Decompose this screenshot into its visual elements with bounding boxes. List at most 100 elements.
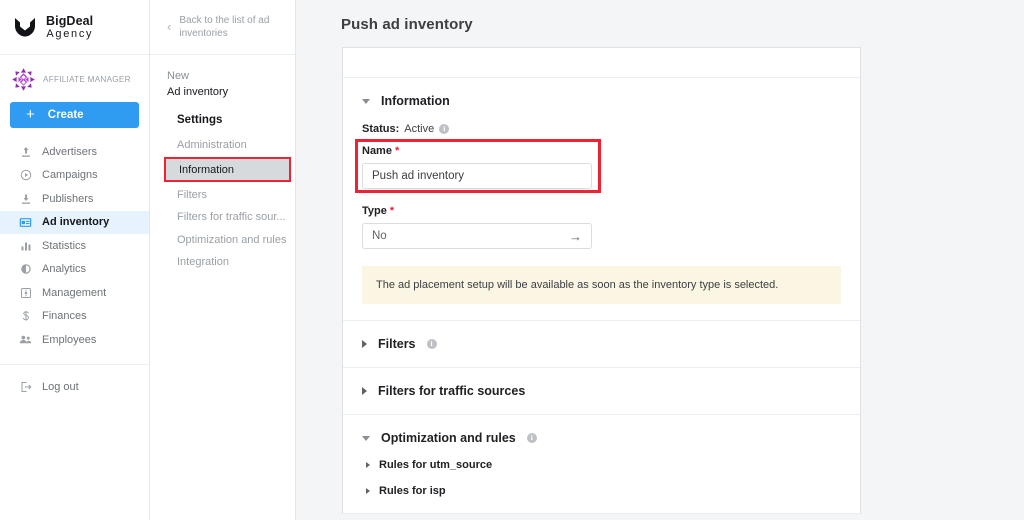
shield-logo-icon xyxy=(15,18,35,37)
back-to-list-label: Back to the list of ad inventories xyxy=(179,14,270,40)
traffic-sources-section-header[interactable]: Filters for traffic sources xyxy=(362,384,841,398)
filters-section-header[interactable]: Filters i xyxy=(362,337,841,351)
name-field-block: Name * xyxy=(355,139,841,193)
sidebar-item-statistics[interactable]: Statistics xyxy=(0,234,149,258)
subnav-title: New Ad inventory xyxy=(150,55,295,101)
type-select-value: No xyxy=(372,230,387,242)
caret-right-icon[interactable] xyxy=(366,462,370,468)
settings-square-icon xyxy=(19,286,32,299)
brand-subtitle: Agency xyxy=(46,27,94,40)
optimization-section-header[interactable]: Optimization and rules i xyxy=(362,431,841,445)
traffic-sources-section: Filters for traffic sources xyxy=(343,368,860,415)
subnav-title-line1: New xyxy=(167,70,190,82)
subnav-item-label: Information xyxy=(179,163,235,176)
card-toolbar-strip xyxy=(343,48,860,78)
sidebar-label: Ad inventory xyxy=(42,216,110,229)
sidebar-item-employees[interactable]: Employees xyxy=(0,328,149,352)
filters-section-title: Filters xyxy=(378,337,416,351)
create-button-label: Create xyxy=(47,109,84,121)
account-row[interactable]: AFFILIATE MANAGER xyxy=(0,55,149,98)
sidebar-label: Publishers xyxy=(42,192,94,205)
type-select[interactable]: No → xyxy=(362,223,592,249)
status-row: Status: Active i xyxy=(362,123,841,135)
sidebar-label: Advertisers xyxy=(42,145,98,158)
logout-label: Log out xyxy=(42,381,79,393)
sidebar-item-advertisers[interactable]: Advertisers xyxy=(0,140,149,164)
rule-group-label: Rules for utm_source xyxy=(379,459,493,471)
caret-right-icon[interactable] xyxy=(362,340,367,348)
caret-down-icon[interactable] xyxy=(362,98,370,104)
subnav-item-label: Administration xyxy=(177,139,247,152)
secondary-sidebar: ‹ Back to the list of ad inventories New… xyxy=(150,0,296,520)
main-content: Push ad inventory Information Status: Ac… xyxy=(296,0,1024,520)
subnav-item-filters[interactable]: Filters xyxy=(150,183,295,206)
info-icon[interactable]: i xyxy=(439,124,450,134)
logout-icon xyxy=(19,381,32,394)
caret-down-icon[interactable] xyxy=(362,435,370,441)
sidebar-item-campaigns[interactable]: Campaigns xyxy=(0,164,149,188)
brand-text: BigDeal Agency xyxy=(46,14,93,40)
type-field-block: Type * No → xyxy=(362,205,841,249)
play-circle-icon xyxy=(19,169,32,182)
chevron-left-icon: ‹ xyxy=(167,18,172,34)
info-icon[interactable]: i xyxy=(526,433,537,443)
subnav-list: Administration Information Filters Filte… xyxy=(150,134,295,274)
page-title: Push ad inventory xyxy=(341,16,473,33)
sidebar-item-ad-inventory[interactable]: Ad inventory xyxy=(0,210,149,234)
sidebar-item-finances[interactable]: Finances xyxy=(0,305,149,329)
pie-chart-icon xyxy=(19,263,32,276)
information-section-header[interactable]: Information xyxy=(362,94,841,108)
sidebar-item-management[interactable]: Management xyxy=(0,281,149,305)
sidebar-label: Statistics xyxy=(42,239,87,252)
subnav-item-filters-traffic-sources[interactable]: Filters for traffic sour... xyxy=(150,206,295,229)
status-label: Status: xyxy=(362,123,400,135)
logout-button[interactable]: Log out xyxy=(0,376,149,399)
sidebar-item-analytics[interactable]: Analytics xyxy=(0,258,149,282)
status-value: Active xyxy=(404,123,435,135)
brand-name: BigDeal xyxy=(46,13,94,28)
subnav-item-label: Filters xyxy=(177,188,207,201)
name-field-label: Name * xyxy=(362,145,841,157)
name-label-text: Name xyxy=(362,145,392,157)
sidebar-item-publishers[interactable]: Publishers xyxy=(0,187,149,211)
back-to-list-link[interactable]: ‹ Back to the list of ad inventories xyxy=(150,0,295,55)
required-asterisk: * xyxy=(389,205,395,217)
subnav-item-label: Integration xyxy=(177,256,229,269)
subnav-item-label: Filters for traffic sour... xyxy=(177,211,286,224)
primary-sidebar: BigDeal Agency AFFILIATE MANAGER + Creat… xyxy=(0,0,150,520)
subnav-item-label: Optimization and rules xyxy=(177,233,287,246)
rule-group-label: Rules for isp xyxy=(379,485,446,497)
ad-banner-icon xyxy=(19,216,32,229)
rule-group-isp[interactable]: Rules for isp xyxy=(362,485,841,497)
filters-section: Filters i xyxy=(343,321,860,368)
brand-header[interactable]: BigDeal Agency xyxy=(0,0,149,55)
sidebar-label: Management xyxy=(42,286,107,299)
inventory-type-notice: The ad placement setup will be available… xyxy=(362,266,841,304)
account-avatar-icon xyxy=(11,67,36,92)
caret-right-icon[interactable] xyxy=(362,387,367,395)
arrow-right-icon: → xyxy=(569,228,582,244)
name-input[interactable] xyxy=(362,163,592,189)
subnav-item-integration[interactable]: Integration xyxy=(150,251,295,274)
create-button[interactable]: + Create xyxy=(10,102,139,128)
type-field-label: Type * xyxy=(362,205,841,217)
sidebar-label: Finances xyxy=(42,310,87,323)
plus-icon: + xyxy=(26,106,35,123)
subnav-item-optimization-and-rules[interactable]: Optimization and rules xyxy=(150,228,295,251)
people-icon xyxy=(19,333,32,346)
sidebar-label: Campaigns xyxy=(42,169,98,182)
required-asterisk: * xyxy=(395,145,400,157)
type-label-text: Type xyxy=(362,205,387,217)
information-section: Information Status: Active i Name * Push… xyxy=(343,78,860,321)
info-icon[interactable]: i xyxy=(426,339,437,349)
subnav-item-administration[interactable]: Administration xyxy=(150,134,295,157)
sidebar-label: Analytics xyxy=(42,263,87,276)
account-role-label: AFFILIATE MANAGER xyxy=(43,75,131,84)
download-arrow-icon xyxy=(19,192,32,205)
upload-arrow-icon xyxy=(19,145,32,158)
caret-right-icon[interactable] xyxy=(366,488,370,494)
subnav-item-information[interactable]: Information xyxy=(164,157,291,183)
app-root: BigDeal Agency AFFILIATE MANAGER + Creat… xyxy=(0,0,1024,520)
subnav-section-heading: Settings xyxy=(177,113,223,126)
rule-group-utm-source[interactable]: Rules for utm_source xyxy=(362,459,841,471)
